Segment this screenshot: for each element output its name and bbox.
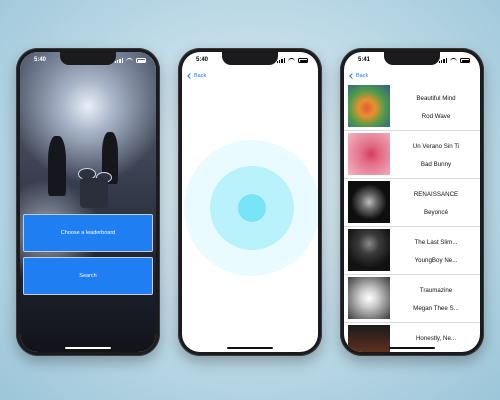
album-title: Traumazine bbox=[419, 287, 453, 294]
cellular-signal-icon bbox=[276, 58, 285, 63]
home-screen: 5:40 Choose a leaderboard Search bbox=[20, 52, 156, 352]
album-art bbox=[348, 133, 390, 175]
album-row[interactable]: Beautiful Mind Rod Wave bbox=[344, 82, 480, 131]
phone-listening-screen: 5:40 Back bbox=[178, 48, 322, 356]
wifi-icon bbox=[288, 58, 295, 63]
cellular-signal-icon bbox=[438, 58, 447, 63]
album-art bbox=[348, 229, 390, 271]
mockup-canvas: { "phone1": { "time": "5:40", "buttons":… bbox=[0, 0, 500, 400]
battery-icon bbox=[460, 58, 470, 63]
album-artist: Rod Wave bbox=[421, 113, 451, 120]
cellular-signal-icon bbox=[114, 58, 123, 63]
album-art bbox=[348, 325, 390, 352]
album-artist: Bad Bunny bbox=[420, 161, 452, 168]
album-title: RENAISSANCE bbox=[413, 191, 459, 198]
choose-leaderboard-button[interactable]: Choose a leaderboard bbox=[23, 214, 153, 252]
back-label: Back bbox=[356, 73, 369, 79]
status-time: 5:40 bbox=[196, 57, 209, 63]
album-row[interactable]: The Last Slim... YoungBoy Ne... bbox=[344, 226, 480, 275]
album-list: Beautiful Mind Rod Wave Un Verano Sin Ti… bbox=[344, 82, 480, 352]
back-button[interactable]: Back bbox=[349, 73, 369, 79]
home-indicator bbox=[389, 347, 435, 349]
back-button[interactable]: Back bbox=[187, 73, 207, 79]
battery-icon bbox=[136, 58, 146, 63]
leaderboard-screen: 5:41 Back Beautiful Mind Rod Wave Un Ver… bbox=[344, 52, 480, 352]
album-art bbox=[348, 85, 390, 127]
wifi-icon bbox=[450, 58, 457, 63]
album-title: Beautiful Mind bbox=[416, 95, 456, 102]
album-artist: YoungBoy Ne... bbox=[414, 257, 458, 264]
album-title: Un Verano Sin Ti bbox=[412, 143, 460, 150]
album-art bbox=[348, 277, 390, 319]
listening-screen: 5:40 Back bbox=[182, 52, 318, 352]
wifi-icon bbox=[126, 58, 133, 63]
album-artist: Beyoncé bbox=[423, 209, 449, 216]
search-button[interactable]: Search bbox=[23, 257, 153, 295]
album-title: The Last Slim... bbox=[414, 239, 458, 246]
listen-button[interactable] bbox=[238, 194, 266, 222]
album-row[interactable]: Traumazine Megan Thee S... bbox=[344, 274, 480, 323]
home-indicator bbox=[227, 347, 273, 349]
back-label: Back bbox=[194, 73, 207, 79]
battery-icon bbox=[298, 58, 308, 63]
home-indicator bbox=[65, 347, 111, 349]
album-row[interactable]: RENAISSANCE Beyoncé bbox=[344, 178, 480, 227]
chevron-left-icon bbox=[187, 73, 193, 79]
phone-leaderboard-screen: 5:41 Back Beautiful Mind Rod Wave Un Ver… bbox=[340, 48, 484, 356]
album-title: Honestly, Ne... bbox=[415, 335, 457, 342]
chevron-left-icon bbox=[349, 73, 355, 79]
concert-background-image bbox=[20, 52, 156, 352]
album-artist: Megan Thee S... bbox=[413, 305, 459, 312]
album-art bbox=[348, 181, 390, 223]
phone-home-screen: 5:40 Choose a leaderboard Search bbox=[16, 48, 160, 356]
status-time: 5:40 bbox=[34, 57, 47, 63]
status-time: 5:41 bbox=[358, 57, 371, 63]
album-row[interactable]: Un Verano Sin Ti Bad Bunny bbox=[344, 130, 480, 179]
